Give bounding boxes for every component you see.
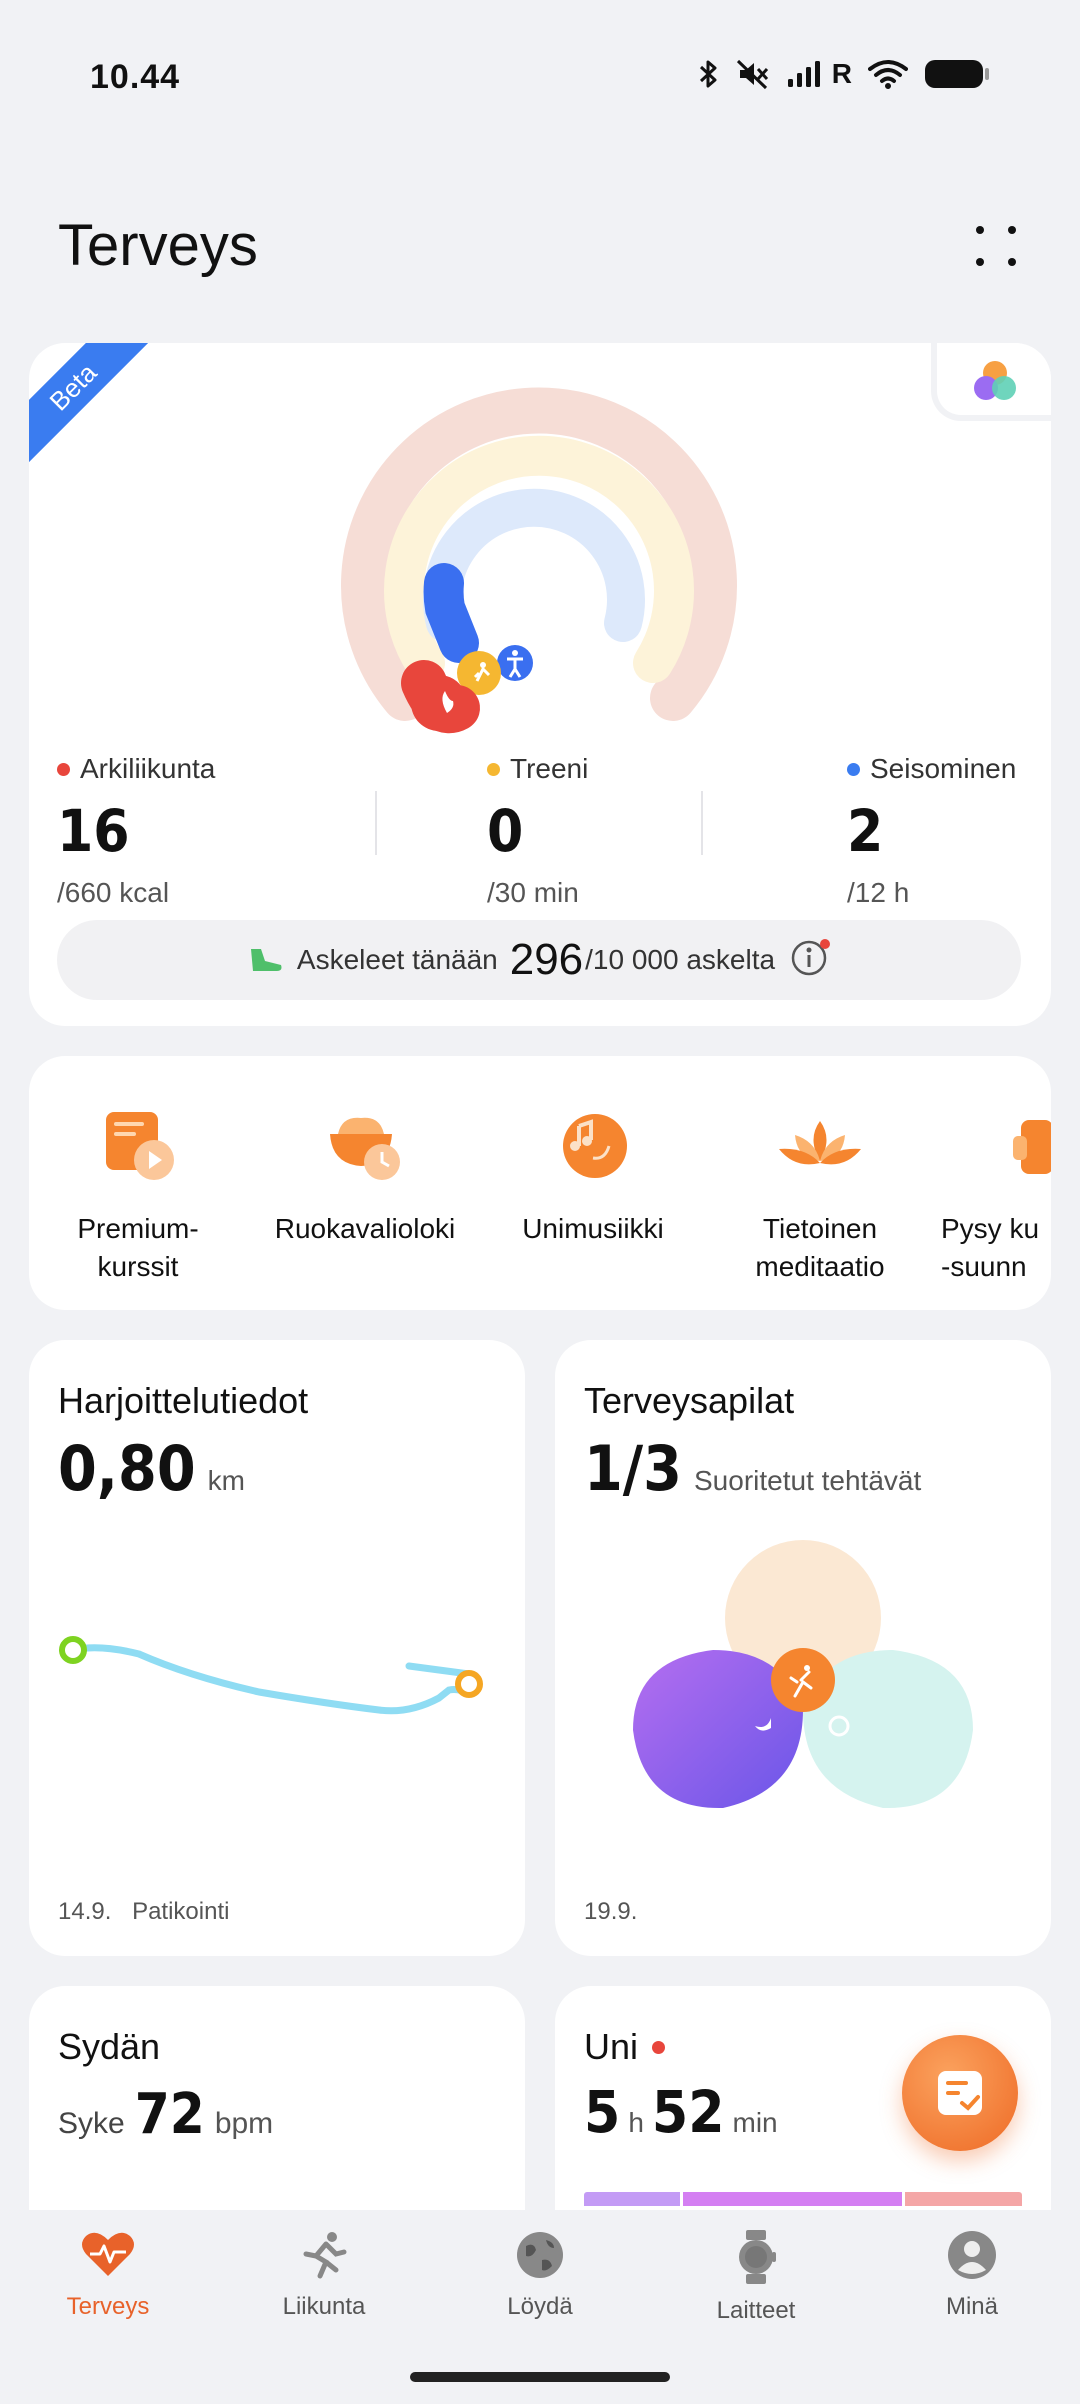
metric-value: 16 bbox=[57, 797, 130, 865]
health-clover-graphic bbox=[633, 1540, 973, 1809]
metric-value: 2 bbox=[847, 797, 884, 865]
nav-tab-liikunta[interactable]: Liikunta bbox=[234, 2230, 414, 2321]
sleep-minutes-unit: min bbox=[732, 2107, 778, 2138]
exercise-date: 14.9. bbox=[58, 1898, 112, 1925]
meditation-lotus-icon bbox=[779, 1121, 861, 1165]
metric-label: Seisominen bbox=[870, 753, 1017, 784]
divider bbox=[701, 791, 703, 855]
new-data-dot bbox=[652, 2040, 666, 2054]
beta-badge: Beta bbox=[29, 343, 153, 467]
metric-label: Arkiliikunta bbox=[80, 753, 216, 784]
status-icons: R bbox=[698, 58, 990, 90]
steps-count: 296 bbox=[509, 935, 584, 984]
activity-rings-card[interactable]: Beta Arkiliikunta 16 /660 kcal Treeni 0 … bbox=[29, 343, 1051, 1026]
metric-goal: /12 h bbox=[847, 877, 910, 908]
shortcut-meditation[interactable]: Tietoinen meditaatio bbox=[710, 1096, 930, 1286]
nav-label: Löydä bbox=[507, 2293, 573, 2320]
route-map bbox=[59, 1636, 483, 1715]
shortcuts-card: Premium- kurssit Ruokavalioloki Unimusii… bbox=[29, 1056, 1051, 1310]
home-indicator[interactable] bbox=[410, 2372, 670, 2382]
clover-date: 19.9. bbox=[584, 1898, 638, 1925]
card-title: Sydän bbox=[58, 2026, 161, 2067]
metric-seisominen[interactable]: Seisominen 2 /12 h bbox=[847, 753, 1016, 909]
metric-goal: /30 min bbox=[487, 877, 579, 908]
status-time: 10.44 bbox=[90, 58, 181, 96]
exercise-record-card[interactable]: Harjoittelutiedot 0,80 km 14.9. Patikoin… bbox=[29, 1340, 525, 1956]
more-options-button[interactable] bbox=[964, 218, 1028, 274]
nav-tab-loyda[interactable]: Löydä bbox=[450, 2230, 630, 2321]
shortcut-diet-log[interactable]: Ruokavalioloki bbox=[255, 1096, 475, 1248]
arkiliikunta-dot bbox=[57, 762, 70, 776]
metric-treeni[interactable]: Treeni 0 /30 min bbox=[487, 753, 588, 909]
more-dots-icon bbox=[976, 226, 1016, 266]
activity-rings bbox=[341, 387, 737, 734]
nav-tab-laitteet[interactable]: Laitteet bbox=[666, 2230, 846, 2325]
clipboard-check-icon bbox=[938, 2071, 982, 2115]
nav-label: Minä bbox=[945, 2293, 999, 2320]
roaming-indicator: R bbox=[831, 58, 852, 89]
nav-tab-terveys[interactable]: Terveys bbox=[18, 2230, 198, 2321]
health-clover-card[interactable]: Terveysapilat 1/3 Suoritetut tehtävät 19… bbox=[555, 1340, 1051, 1956]
clover-progress: 1/3 bbox=[584, 1432, 682, 1505]
exercise-distance-unit: km bbox=[207, 1465, 245, 1496]
shortcut-label: Ruokavalioloki bbox=[274, 1213, 456, 1244]
exercise-type: Patikointi bbox=[132, 1898, 230, 1925]
shortcut-label: Premium- kurssit bbox=[77, 1213, 199, 1282]
shortcut-posture[interactable]: Pysy ku -suunn bbox=[937, 1096, 1051, 1286]
globe-icon bbox=[517, 2232, 563, 2278]
nav-label: Laitteet bbox=[716, 2297, 796, 2324]
bluetooth-icon bbox=[699, 60, 717, 88]
sleep-hours: 5 bbox=[584, 2078, 621, 2146]
steps-today-bar[interactable]: Askeleet tänään 296 /10 000 askelta bbox=[57, 920, 1021, 1000]
heart-rate-value: 72 bbox=[134, 2082, 205, 2147]
nav-tab-mina[interactable]: Minä bbox=[882, 2230, 1062, 2321]
info-button[interactable] bbox=[791, 938, 831, 983]
card-title: Uni bbox=[584, 2026, 639, 2067]
info-icon bbox=[791, 938, 831, 975]
shortcut-label: Tietoinen meditaatio bbox=[755, 1213, 885, 1282]
metric-value: 0 bbox=[487, 797, 524, 865]
card-title: Terveysapilat bbox=[584, 1380, 795, 1421]
mute-icon bbox=[736, 59, 768, 90]
profile-icon bbox=[948, 2231, 996, 2279]
sleep-music-icon bbox=[563, 1114, 627, 1178]
health-report-fab[interactable] bbox=[902, 2035, 1018, 2151]
shortcut-label: Pysy ku -suunn bbox=[941, 1213, 1040, 1282]
divider bbox=[375, 791, 377, 855]
steps-goal: /10 000 askelta bbox=[585, 944, 776, 975]
page-title: Terveys bbox=[58, 213, 258, 278]
sleep-stages-bar bbox=[584, 2192, 1022, 2206]
premium-courses-icon bbox=[106, 1112, 174, 1180]
shoe-icon bbox=[250, 949, 282, 971]
heart-pulse-icon bbox=[82, 2232, 134, 2276]
metric-label: Treeni bbox=[510, 753, 589, 784]
diet-log-icon bbox=[330, 1117, 400, 1180]
running-icon bbox=[303, 2232, 347, 2279]
color-palette-icon bbox=[974, 361, 1016, 400]
heart-rate-label: Syke bbox=[58, 2107, 125, 2140]
metric-arkiliikunta[interactable]: Arkiliikunta 16 /660 kcal bbox=[57, 753, 215, 909]
posture-icon bbox=[1013, 1120, 1051, 1174]
steps-label: Askeleet tänään bbox=[296, 944, 498, 975]
theme-switch-button[interactable] bbox=[931, 343, 1051, 421]
clover-progress-label: Suoritetut tehtävät bbox=[694, 1465, 922, 1496]
shortcut-label: Unimusiikki bbox=[522, 1213, 664, 1244]
wifi-icon bbox=[868, 60, 908, 89]
sleep-minutes: 52 bbox=[651, 2078, 725, 2146]
nav-label: Terveys bbox=[66, 2293, 150, 2320]
card-title: Harjoittelutiedot bbox=[58, 1380, 309, 1421]
battery-icon bbox=[925, 60, 989, 88]
signal-icon bbox=[787, 61, 820, 87]
nav-label: Liikunta bbox=[282, 2293, 366, 2320]
heart-rate-unit: bpm bbox=[214, 2107, 274, 2140]
sleep-hours-unit: h bbox=[628, 2107, 644, 2138]
status-bar: 10.44 R bbox=[0, 0, 1080, 160]
watch-icon bbox=[739, 2230, 776, 2284]
shortcut-premium-courses[interactable]: Premium- kurssit bbox=[29, 1096, 248, 1286]
shortcut-sleep-music[interactable]: Unimusiikki bbox=[483, 1096, 703, 1248]
seisominen-dot bbox=[847, 762, 860, 776]
treeni-dot bbox=[487, 762, 500, 776]
metric-goal: /660 kcal bbox=[57, 877, 170, 908]
exercise-distance: 0,80 bbox=[58, 1432, 196, 1505]
